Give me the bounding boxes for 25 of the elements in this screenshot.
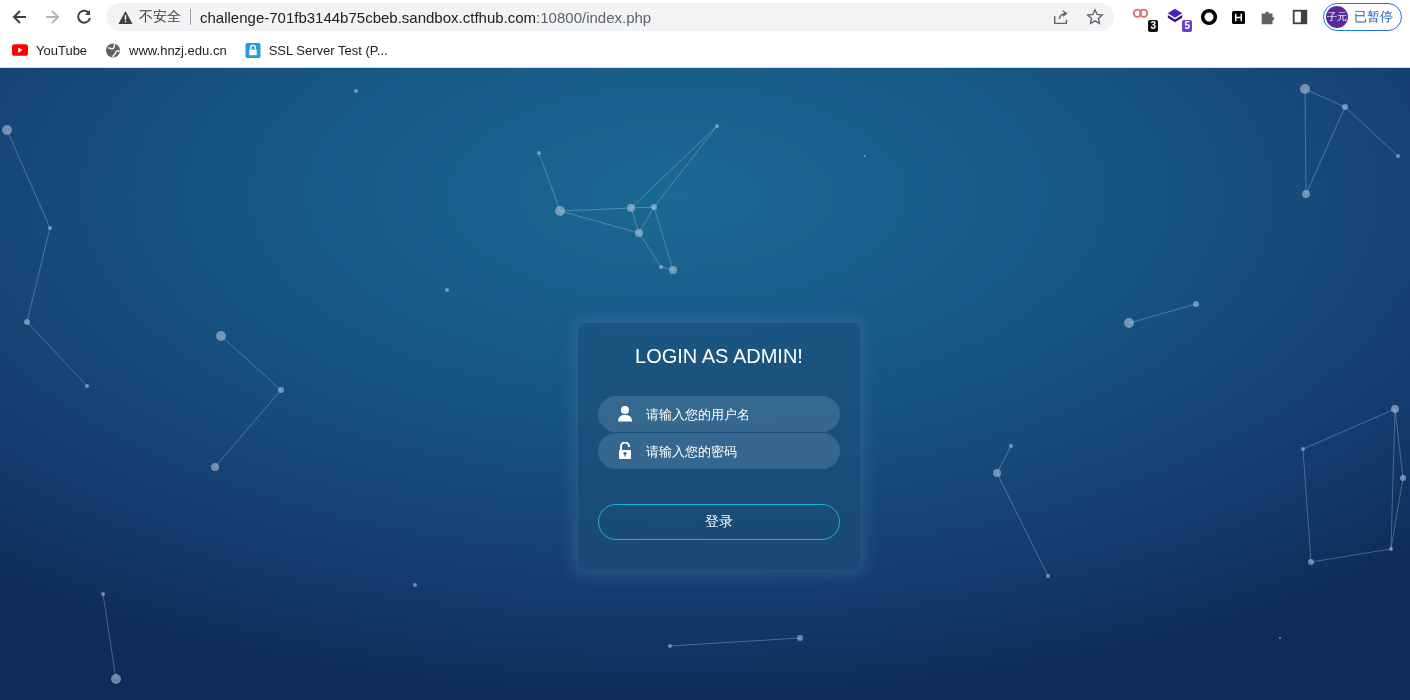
profile-button[interactable]: 子元 已暂停 bbox=[1323, 3, 1402, 31]
extension-badge: 5 bbox=[1182, 20, 1192, 32]
side-panel-icon[interactable] bbox=[1291, 8, 1309, 26]
square-icon[interactable] bbox=[1232, 10, 1245, 24]
star-icon[interactable] bbox=[1086, 8, 1104, 26]
bookmark[interactable]: YouTube bbox=[12, 43, 88, 58]
bookmark[interactable]: www.hnzj.edu.cn bbox=[105, 43, 227, 58]
bookmark[interactable]: SSL Server Test (P... bbox=[244, 43, 388, 58]
share-icon[interactable] bbox=[1052, 8, 1070, 26]
address-bar[interactable]: 不安全 challenge-701fb3144b75cbeb.sandbox.ctfhub.com:10800/index.php bbox=[106, 3, 1114, 31]
login-title: LOGIN AS ADMIN! bbox=[635, 345, 803, 368]
cube-icon[interactable] bbox=[1166, 7, 1184, 25]
warning-icon[interactable] bbox=[118, 9, 133, 25]
url-text: challenge-701fb3144b75cbeb.sandbox.ctfhub.com bbox=[200, 8, 537, 26]
extension-badge: 3 bbox=[1148, 20, 1158, 32]
lock-icon bbox=[244, 43, 261, 58]
security-label: 不安全 bbox=[139, 8, 181, 26]
avatar: 子元 bbox=[1326, 6, 1348, 28]
unlocked-padlock-icon bbox=[618, 442, 632, 459]
reload-icon[interactable] bbox=[74, 7, 94, 27]
url-path: :10800/index.php bbox=[536, 8, 652, 26]
globe-icon bbox=[105, 43, 122, 58]
ring-icon[interactable] bbox=[1200, 8, 1218, 26]
user-icon bbox=[618, 405, 632, 422]
play-icon bbox=[12, 43, 28, 58]
